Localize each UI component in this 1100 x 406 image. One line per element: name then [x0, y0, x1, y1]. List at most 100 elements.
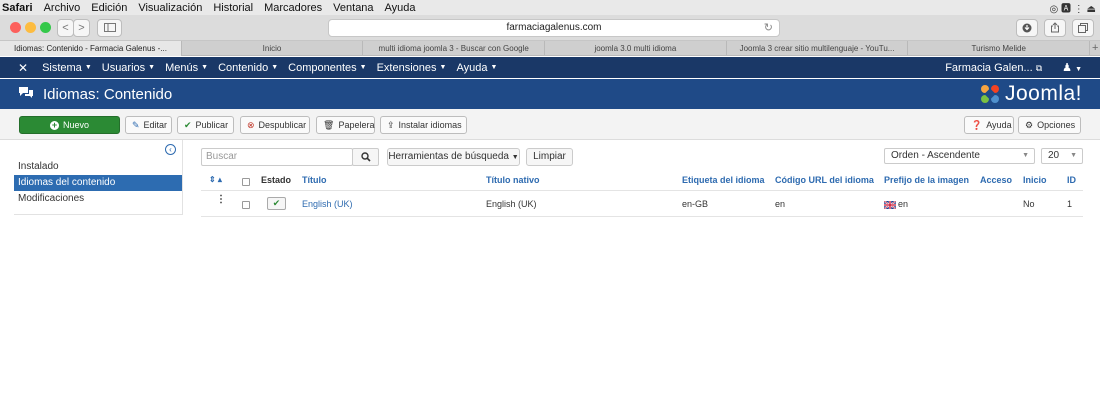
- row-image-prefix: en: [884, 199, 908, 209]
- joomla-logo-text: Joomla!: [1004, 82, 1082, 105]
- nav-menus[interactable]: Menús ▼: [165, 62, 208, 74]
- image-prefix-header[interactable]: Prefijo de la imagen: [884, 175, 969, 185]
- language-tag-header[interactable]: Etiqueta del idioma: [682, 175, 765, 185]
- close-window-button[interactable]: [10, 22, 21, 33]
- collapse-sidebar-icon[interactable]: ‹: [165, 144, 176, 155]
- search-input[interactable]: Buscar: [201, 148, 353, 166]
- nav-sistema[interactable]: Sistema ▼: [42, 62, 92, 74]
- menu-ayuda[interactable]: Ayuda: [385, 2, 416, 14]
- tab-idiomas-contenido[interactable]: Idiomas: Contenido - Farmacia Galenus -.…: [0, 41, 182, 56]
- row-divider: [201, 216, 1083, 217]
- menu-archivo[interactable]: Archivo: [44, 2, 81, 14]
- new-button[interactable]: + Nuevo: [19, 116, 120, 134]
- edit-icon: ✎: [132, 119, 140, 130]
- nav-componentes[interactable]: Componentes ▼: [288, 62, 366, 74]
- title-header[interactable]: Título: [302, 175, 327, 185]
- sidebar-item-idiomas-contenido[interactable]: Idiomas del contenido: [14, 175, 182, 191]
- nav-usuarios[interactable]: Usuarios ▼: [102, 62, 155, 74]
- nav-right: Farmacia Galen... ⧉ ♟ ▼: [945, 61, 1100, 75]
- caret-down-icon: ▼: [271, 64, 279, 72]
- address-bar[interactable]: farmaciagalenus.com ↻: [328, 19, 780, 37]
- tab-joomla-multi-idioma[interactable]: joomla 3.0 multi idioma: [545, 41, 727, 56]
- reload-icon[interactable]: ↻: [764, 20, 773, 36]
- ordering-select[interactable]: Orden - Ascendente ▼: [884, 148, 1035, 164]
- caret-down-icon: ▼: [148, 64, 156, 72]
- publish-button-label: Publicar: [195, 120, 229, 130]
- tab-inicio[interactable]: Inicio: [182, 41, 364, 56]
- clear-button[interactable]: Limpiar: [526, 148, 573, 166]
- new-tab-icon[interactable]: +: [1090, 41, 1100, 55]
- publish-button[interactable]: ✔ Publicar: [177, 116, 234, 134]
- unpublish-button[interactable]: ⊗ Despublicar: [240, 116, 310, 134]
- nav-ayuda-label: Ayuda: [456, 61, 488, 74]
- share-button[interactable]: [1044, 19, 1066, 37]
- sort-ordering-header[interactable]: ⇕ ▴: [209, 175, 222, 184]
- native-title-header[interactable]: Título nativo: [486, 175, 540, 185]
- tabs-overview-button[interactable]: [1072, 19, 1094, 37]
- nav-contenido[interactable]: Contenido ▼: [218, 62, 278, 74]
- edit-button-label: Editar: [143, 120, 168, 130]
- menu-edicion[interactable]: Edición: [91, 2, 127, 14]
- trash-icon: 🗑: [323, 119, 335, 130]
- tab-youtube[interactable]: Joomla 3 crear sitio multilenguaje - You…: [727, 41, 909, 56]
- user-menu[interactable]: ♟ ▼: [1062, 61, 1082, 74]
- sidebar-item-instalado[interactable]: Instalado: [14, 159, 182, 175]
- drag-handle-icon[interactable]: ⋮: [216, 195, 226, 205]
- screen: Safari Archivo Edición Visualización His…: [0, 0, 1100, 406]
- menu-ventana[interactable]: Ventana: [333, 2, 373, 14]
- minimize-window-button[interactable]: [25, 22, 36, 33]
- status-icons[interactable]: ◎ 🅰 ⋮ ⏏: [1049, 0, 1096, 15]
- menu-safari[interactable]: Safari: [2, 2, 33, 14]
- help-button[interactable]: ❓ Ayuda: [964, 116, 1014, 134]
- nav-componentes-label: Componentes: [288, 61, 357, 74]
- id-header[interactable]: ID: [1067, 175, 1076, 185]
- row-image-prefix-text: en: [898, 199, 909, 209]
- options-button[interactable]: ⚙ Opciones: [1018, 116, 1081, 134]
- sidebar-item-modificaciones[interactable]: Modificaciones: [14, 191, 182, 207]
- upload-icon: ⇪: [387, 119, 395, 130]
- uk-flag-icon: [884, 200, 896, 209]
- help-button-label: Ayuda: [986, 120, 1012, 130]
- row-language-tag: en-GB: [682, 199, 709, 209]
- menu-historial[interactable]: Historial: [213, 2, 253, 14]
- joomla-icon[interactable]: ✕: [18, 61, 28, 75]
- action-toolbar: + Nuevo ✎ Editar ✔ Publicar ⊗ Despublicar 🗑 P…: [0, 109, 1100, 140]
- limit-select[interactable]: 20 ▼: [1041, 148, 1083, 164]
- home-header[interactable]: Inicio: [1023, 175, 1047, 185]
- caret-down-icon: ▼: [490, 64, 498, 72]
- search-button[interactable]: [352, 148, 379, 166]
- nav-ayuda[interactable]: Ayuda ▼: [456, 62, 497, 74]
- site-name: Farmacia Galen...: [945, 61, 1033, 74]
- published-toggle[interactable]: ✔: [267, 197, 286, 210]
- site-link[interactable]: Farmacia Galen... ⧉: [945, 62, 1042, 74]
- download-icon: [1022, 23, 1032, 33]
- menu-visualizacion[interactable]: Visualización: [138, 2, 202, 14]
- trash-button-label: Papelera: [338, 120, 375, 130]
- check-icon: ✔: [272, 198, 281, 208]
- select-all-checkbox[interactable]: [242, 178, 250, 186]
- access-header[interactable]: Acceso: [980, 175, 1012, 185]
- url-code-header[interactable]: Código URL del idioma: [775, 175, 874, 185]
- external-link-icon: ⧉: [1035, 62, 1043, 73]
- unpublish-icon: ⊗: [247, 119, 255, 130]
- nav-extensiones[interactable]: Extensiones ▼: [377, 62, 447, 74]
- tab-turismo-melide[interactable]: Turismo Melide: [908, 41, 1091, 56]
- url-text: farmaciagalenus.com: [506, 22, 602, 33]
- sidebar-toggle-button[interactable]: [97, 19, 122, 37]
- status-header[interactable]: Estado: [261, 175, 291, 185]
- row-title-link[interactable]: English (UK): [302, 199, 353, 209]
- back-button[interactable]: <: [57, 19, 74, 37]
- menu-marcadores[interactable]: Marcadores: [264, 2, 322, 14]
- edit-button[interactable]: ✎ Editar: [125, 116, 172, 134]
- trash-button[interactable]: 🗑 Papelera: [316, 116, 375, 134]
- install-languages-button[interactable]: ⇪ Instalar idiomas: [380, 116, 467, 134]
- nav-usuarios-label: Usuarios: [101, 61, 146, 74]
- forward-button[interactable]: >: [73, 19, 90, 37]
- zoom-window-button[interactable]: [40, 22, 51, 33]
- caret-down-icon: ▼: [359, 64, 367, 72]
- row-checkbox[interactable]: [242, 201, 250, 209]
- tab-google-search[interactable]: multi idioma joomla 3 - Buscar con Googl…: [363, 41, 546, 56]
- search-tools-button[interactable]: Herramientas de búsqueda ▼: [387, 148, 520, 166]
- downloads-button[interactable]: [1016, 19, 1038, 37]
- check-icon: ✔: [184, 119, 192, 130]
